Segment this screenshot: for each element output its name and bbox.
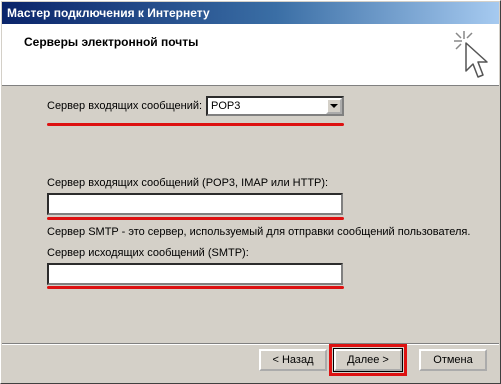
annotation-highlight-frame — [329, 344, 407, 376]
incoming-type-value: POP3 — [211, 100, 241, 112]
wizard-window: Мастер подключения к Интернету Серверы э… — [0, 0, 501, 384]
smtp-note: Сервер SMTP - это сервер, используемый д… — [47, 226, 471, 238]
back-button[interactable]: < Назад — [259, 349, 327, 371]
annotation-underline — [47, 286, 344, 289]
wizard-body: Сервер входящих сообщений: POP3 Сервер в… — [2, 87, 499, 341]
wizard-header: Серверы электронной почты — [2, 24, 499, 86]
incoming-server-label: Сервер входящих сообщений (POP3, IMAP ил… — [47, 177, 329, 189]
outgoing-server-input[interactable] — [47, 263, 343, 285]
incoming-server-input[interactable] — [47, 193, 343, 215]
incoming-type-select[interactable]: POP3 — [206, 96, 344, 116]
window-title-bar[interactable]: Мастер подключения к Интернету — [2, 2, 499, 24]
wizard-cursor-icon — [454, 31, 488, 78]
button-separator — [2, 343, 499, 345]
outgoing-server-label: Сервер исходящих сообщений (SMTP): — [47, 247, 249, 259]
chevron-down-icon[interactable] — [326, 98, 342, 114]
annotation-underline — [47, 123, 344, 126]
window-title: Мастер подключения к Интернету — [7, 6, 210, 20]
cancel-button[interactable]: Отмена — [419, 349, 487, 371]
annotation-underline — [47, 217, 344, 220]
page-title: Серверы электронной почты — [24, 35, 199, 49]
incoming-type-label: Сервер входящих сообщений: — [47, 100, 203, 112]
